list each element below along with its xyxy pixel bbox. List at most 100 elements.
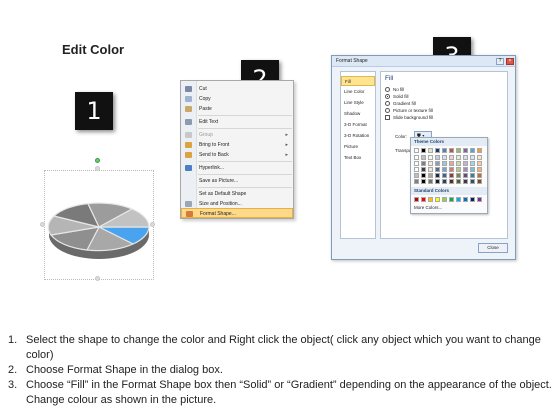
color-swatch[interactable] bbox=[449, 179, 454, 184]
nav-item-3d-format[interactable]: 3-D Format bbox=[341, 120, 375, 130]
color-swatch[interactable] bbox=[449, 155, 454, 160]
color-swatch[interactable] bbox=[442, 197, 447, 202]
color-swatch[interactable] bbox=[414, 179, 419, 184]
menu-item-send-to-back[interactable]: Send to Back ▸ bbox=[181, 150, 293, 160]
color-swatch[interactable] bbox=[428, 155, 433, 160]
color-swatch[interactable] bbox=[428, 148, 433, 153]
color-swatch[interactable] bbox=[421, 179, 426, 184]
color-swatch[interactable] bbox=[414, 167, 419, 172]
color-swatch[interactable] bbox=[463, 179, 468, 184]
color-swatch[interactable] bbox=[449, 161, 454, 166]
color-swatch[interactable] bbox=[456, 173, 461, 178]
menu-item-paste[interactable]: Paste bbox=[181, 104, 293, 114]
color-swatch[interactable] bbox=[477, 179, 482, 184]
rotation-handle[interactable] bbox=[95, 158, 100, 163]
radio-button[interactable] bbox=[385, 87, 390, 92]
color-swatch[interactable] bbox=[463, 167, 468, 172]
color-swatch[interactable] bbox=[428, 179, 433, 184]
color-swatch[interactable] bbox=[428, 197, 433, 202]
radio-button[interactable] bbox=[385, 101, 390, 106]
color-swatch[interactable] bbox=[477, 155, 482, 160]
color-swatch[interactable] bbox=[414, 161, 419, 166]
option-solid-fill[interactable]: Solid fill bbox=[385, 93, 409, 100]
checkbox[interactable] bbox=[385, 115, 390, 120]
option-slide-background-fill[interactable]: Slide background fill bbox=[385, 114, 433, 121]
color-swatch[interactable] bbox=[463, 161, 468, 166]
option-picture-fill[interactable]: Picture or texture fill bbox=[385, 107, 433, 114]
color-swatch[interactable] bbox=[470, 173, 475, 178]
nav-item-line-color[interactable]: Line Color bbox=[341, 87, 375, 97]
menu-item-edit-text[interactable]: Edit Text bbox=[181, 117, 293, 127]
nav-item-shadow[interactable]: Shadow bbox=[341, 109, 375, 119]
color-swatch[interactable] bbox=[435, 148, 440, 153]
color-swatch[interactable] bbox=[456, 161, 461, 166]
radio-button[interactable] bbox=[385, 108, 390, 113]
color-swatch[interactable] bbox=[449, 167, 454, 172]
color-swatch[interactable] bbox=[456, 148, 461, 153]
nav-item-text-box[interactable]: Text Box bbox=[341, 153, 375, 163]
close-button[interactable]: Close bbox=[478, 243, 508, 253]
color-swatch[interactable] bbox=[414, 155, 419, 160]
color-swatch[interactable] bbox=[477, 197, 482, 202]
color-swatch[interactable] bbox=[428, 173, 433, 178]
color-swatch[interactable] bbox=[442, 155, 447, 160]
menu-item-set-default-shape[interactable]: Set as Default Shape bbox=[181, 189, 293, 199]
menu-item-format-shape[interactable]: Format Shape... bbox=[181, 208, 293, 218]
color-swatch[interactable] bbox=[470, 148, 475, 153]
menu-item-cut[interactable]: Cut bbox=[181, 84, 293, 94]
color-swatch[interactable] bbox=[435, 161, 440, 166]
color-swatch[interactable] bbox=[456, 155, 461, 160]
color-swatch[interactable] bbox=[477, 167, 482, 172]
color-swatch[interactable] bbox=[435, 197, 440, 202]
color-swatch[interactable] bbox=[456, 179, 461, 184]
option-gradient-fill[interactable]: Gradient fill bbox=[385, 100, 416, 107]
color-swatch[interactable] bbox=[477, 148, 482, 153]
color-swatch[interactable] bbox=[463, 155, 468, 160]
color-swatch[interactable] bbox=[463, 148, 468, 153]
color-swatch[interactable] bbox=[435, 179, 440, 184]
radio-button[interactable] bbox=[385, 94, 390, 99]
color-swatch[interactable] bbox=[421, 148, 426, 153]
color-swatch[interactable] bbox=[470, 155, 475, 160]
option-no-fill[interactable]: No fill bbox=[385, 86, 404, 93]
color-swatch[interactable] bbox=[428, 161, 433, 166]
color-swatch[interactable] bbox=[470, 179, 475, 184]
color-swatch[interactable] bbox=[414, 197, 419, 202]
color-swatch[interactable] bbox=[456, 197, 461, 202]
help-button[interactable]: ? bbox=[496, 58, 504, 65]
menu-item-hyperlink[interactable]: Hyperlink... bbox=[181, 163, 293, 173]
color-swatch[interactable] bbox=[442, 148, 447, 153]
color-swatch[interactable] bbox=[428, 167, 433, 172]
color-swatch[interactable] bbox=[477, 161, 482, 166]
color-swatch[interactable] bbox=[456, 167, 461, 172]
color-swatch[interactable] bbox=[442, 179, 447, 184]
color-swatch[interactable] bbox=[414, 148, 419, 153]
color-swatch[interactable] bbox=[421, 173, 426, 178]
menu-item-copy[interactable]: Copy bbox=[181, 94, 293, 104]
color-swatch[interactable] bbox=[463, 173, 468, 178]
color-swatch[interactable] bbox=[435, 173, 440, 178]
nav-item-fill[interactable]: Fill bbox=[341, 76, 375, 86]
menu-item-save-as-picture[interactable]: Save as Picture... bbox=[181, 176, 293, 186]
color-swatch[interactable] bbox=[449, 173, 454, 178]
color-swatch[interactable] bbox=[477, 173, 482, 178]
color-swatch[interactable] bbox=[435, 167, 440, 172]
color-swatch[interactable] bbox=[449, 197, 454, 202]
color-swatch[interactable] bbox=[442, 161, 447, 166]
color-swatch[interactable] bbox=[421, 161, 426, 166]
color-swatch[interactable] bbox=[470, 197, 475, 202]
more-colors-link[interactable]: More Colors... bbox=[414, 205, 442, 210]
color-swatch[interactable] bbox=[421, 197, 426, 202]
color-swatch[interactable] bbox=[449, 148, 454, 153]
color-swatch[interactable] bbox=[470, 161, 475, 166]
color-swatch[interactable] bbox=[435, 155, 440, 160]
nav-item-line-style[interactable]: Line Style bbox=[341, 98, 375, 108]
menu-item-bring-to-front[interactable]: Bring to Front ▸ bbox=[181, 140, 293, 150]
pie-chart-shape[interactable] bbox=[40, 165, 158, 283]
close-icon[interactable]: × bbox=[506, 58, 514, 65]
color-swatch[interactable] bbox=[442, 173, 447, 178]
color-swatch[interactable] bbox=[442, 167, 447, 172]
nav-item-picture[interactable]: Picture bbox=[341, 142, 375, 152]
color-swatch[interactable] bbox=[470, 167, 475, 172]
color-swatch[interactable] bbox=[421, 167, 426, 172]
